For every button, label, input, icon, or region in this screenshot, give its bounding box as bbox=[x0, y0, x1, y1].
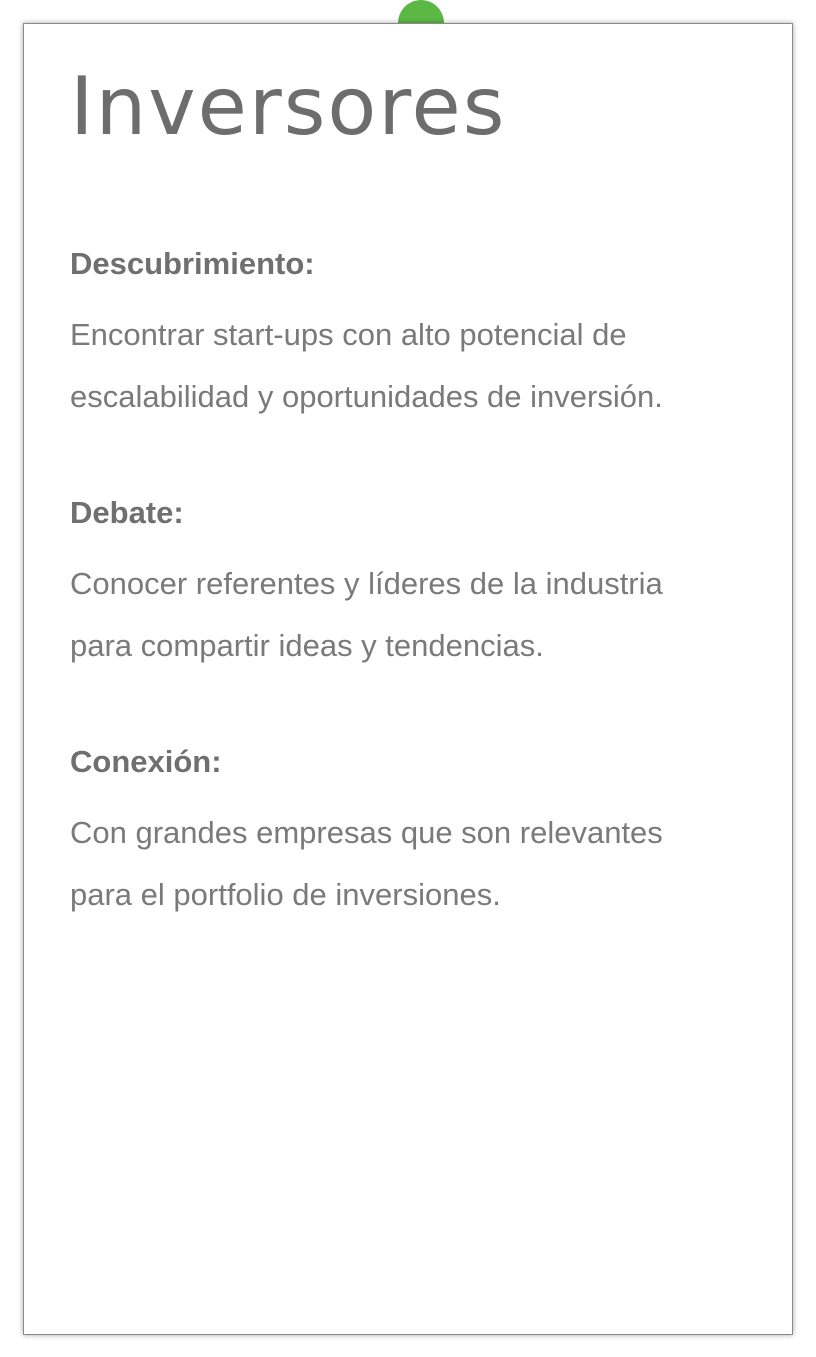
content-card: Inversores Descubrimiento: Encontrar sta… bbox=[23, 23, 793, 1335]
section-body: Con grandes empresas que son relevantes … bbox=[70, 815, 663, 912]
section-heading: Descubrimiento: bbox=[70, 246, 315, 281]
section-heading: Conexión: bbox=[70, 744, 222, 779]
section-debate: Debate: Conocer referentes y líderes de … bbox=[70, 493, 760, 677]
section-conexion: Conexión: Con grandes empresas que son r… bbox=[70, 742, 760, 926]
section-descubrimiento: Descubrimiento: Encontrar start-ups con … bbox=[70, 244, 760, 428]
page-title: Inversores bbox=[70, 60, 507, 153]
section-heading: Debate: bbox=[70, 495, 184, 530]
section-body: Encontrar start-ups con alto potencial d… bbox=[70, 317, 663, 414]
section-body: Conocer referentes y líderes de la indus… bbox=[70, 566, 663, 663]
page-stage: Inversores Descubrimiento: Encontrar sta… bbox=[0, 0, 816, 1357]
